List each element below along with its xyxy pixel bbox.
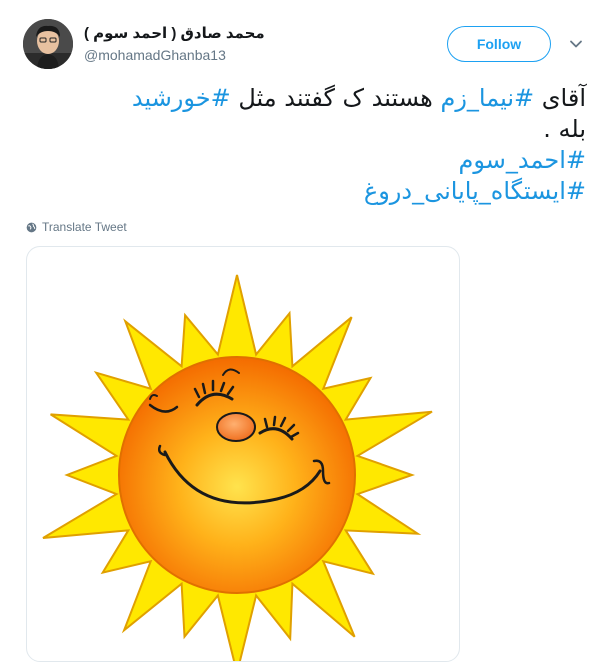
- smiling-sun-illustration: [42, 274, 433, 661]
- tweet-media-image[interactable]: [26, 246, 460, 662]
- avatar-image: [23, 19, 73, 69]
- chevron-down-icon[interactable]: [569, 37, 583, 51]
- tweet-line-1: آقای #نیما_زم هستند ک گفتند مثل #خورشید: [26, 83, 586, 114]
- tweet-text-prefix: آقای: [534, 84, 586, 112]
- hashtag-istgah-payani-dorugh[interactable]: #ایستگاه_پایانی_دروغ: [26, 176, 586, 207]
- tweet-text-middle: هستند ک گفتند مثل: [230, 84, 441, 112]
- globe-icon: [26, 222, 37, 232]
- author-handle[interactable]: @mohamadGhanba13: [84, 47, 226, 63]
- author-display-name[interactable]: محمد صادق ( احمد سوم ): [84, 24, 265, 42]
- hashtag-ahmad-sevom[interactable]: #احمد_سوم: [26, 145, 586, 176]
- translate-tweet-label: Translate Tweet: [42, 220, 127, 234]
- sun-core: [118, 356, 356, 594]
- follow-button[interactable]: Follow: [447, 26, 551, 62]
- tweet-text: آقای #نیما_زم هستند ک گفتند مثل #خورشید …: [26, 83, 586, 207]
- hashtag-nima-zam[interactable]: #نیما_زم: [440, 84, 534, 112]
- sun-nose: [216, 412, 256, 442]
- translate-tweet-link[interactable]: Translate Tweet: [26, 220, 127, 234]
- hashtag-khorshid[interactable]: #خورشید: [132, 84, 231, 112]
- avatar[interactable]: [23, 19, 73, 69]
- tweet-line-2: بله .: [543, 115, 586, 143]
